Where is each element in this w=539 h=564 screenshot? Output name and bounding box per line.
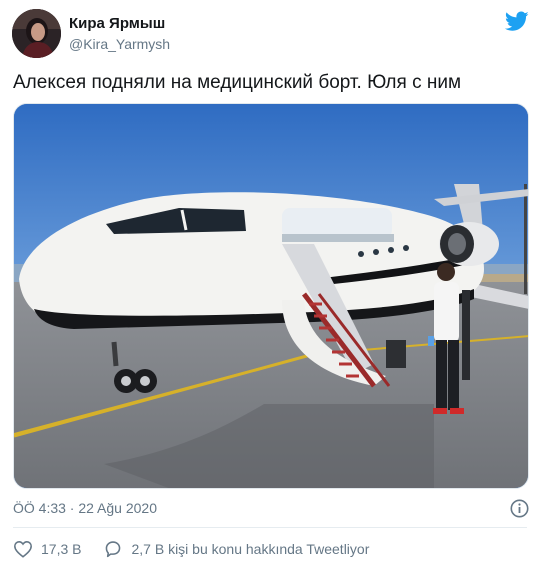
tweet-photo[interactable] xyxy=(13,103,529,489)
heart-icon xyxy=(14,541,32,558)
info-icon[interactable] xyxy=(510,499,529,518)
avatar[interactable] xyxy=(12,9,61,58)
divider xyxy=(13,527,527,528)
twitter-bird-icon[interactable] xyxy=(504,11,529,32)
conversation-label: 2,7 B kişi bu konu hakkında Tweetliyor xyxy=(131,541,370,557)
conversation-link[interactable]: 2,7 B kişi bu konu hakkında Tweetliyor xyxy=(103,540,369,558)
like-button[interactable]: 17,3 B xyxy=(13,540,81,558)
like-count: 17,3 B xyxy=(41,541,82,557)
speech-bubble-icon xyxy=(106,541,121,558)
author-handle[interactable]: @Kira_Yarmysh xyxy=(69,36,170,52)
tweet-text: Алексея подняли на медицинский борт. Юля… xyxy=(13,72,462,93)
tweet-card: Кира Ярмыш @Kira_Yarmysh Алексея подняли… xyxy=(0,0,539,564)
author-name[interactable]: Кира Ярмыш xyxy=(69,15,165,32)
tweet-actions: 17,3 B 2,7 B kişi bu konu hakkında Tweet… xyxy=(13,540,369,558)
tweet-timestamp[interactable]: ÖÖ 4:33 · 22 Ağu 2020 xyxy=(13,500,157,516)
